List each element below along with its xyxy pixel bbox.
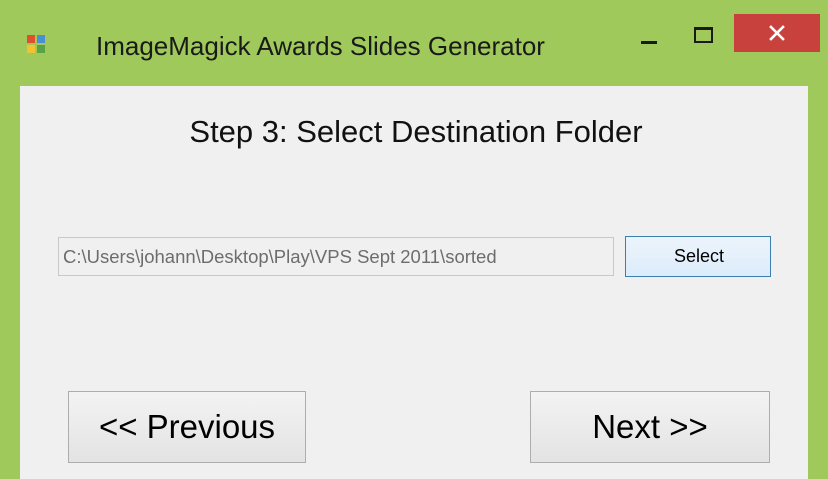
app-icon [26, 34, 46, 54]
title-bar[interactable]: ImageMagick Awards Slides Generator [0, 0, 828, 86]
window-title: ImageMagick Awards Slides Generator [96, 31, 545, 61]
select-folder-button[interactable]: Select [625, 236, 771, 277]
destination-path-field[interactable] [58, 237, 614, 276]
step-title: Step 3: Select Destination Folder [189, 114, 643, 149]
wizard-panel: Step 3: Select Destination Folder Select… [20, 86, 808, 479]
close-button[interactable] [734, 14, 820, 52]
maximize-button[interactable] [680, 12, 726, 56]
previous-button[interactable]: << Previous [68, 391, 306, 463]
app-window: ImageMagick Awards Slides Generator Step… [0, 0, 828, 479]
minimize-button[interactable] [624, 12, 674, 56]
next-button[interactable]: Next >> [530, 391, 770, 463]
close-icon [769, 25, 785, 41]
